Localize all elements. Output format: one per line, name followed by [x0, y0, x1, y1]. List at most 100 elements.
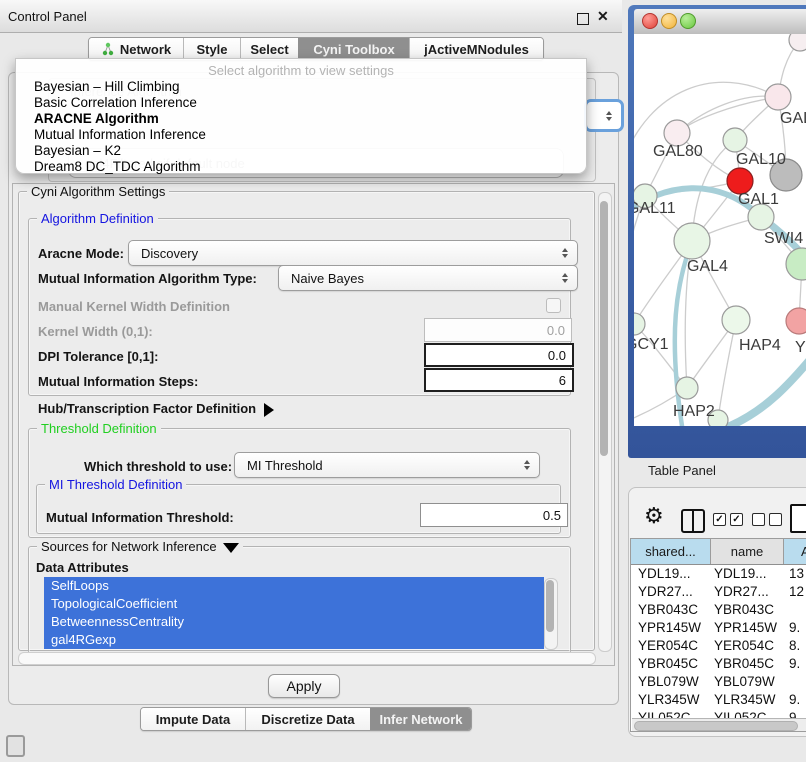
- dropdown-item[interactable]: Bayesian – Hill Climbing: [34, 79, 576, 95]
- table-row[interactable]: YBL079WYBL079W: [631, 673, 806, 691]
- checked-checkbox-icon[interactable]: ✓: [713, 513, 726, 526]
- tab-cyni-toolbox[interactable]: Cyni Toolbox: [298, 38, 409, 60]
- network-node-label: GAL80: [653, 143, 703, 160]
- dropdown-prompt: Select algorithm to view settings: [16, 63, 586, 78]
- dpi-tolerance-field[interactable]: 0.0: [424, 343, 574, 367]
- unchecked-checkbox-icon[interactable]: [769, 513, 782, 526]
- network-node[interactable]: [722, 306, 750, 334]
- mi-type-combo[interactable]: Naive Bayes: [278, 265, 578, 291]
- tab-label: Network: [120, 42, 171, 57]
- threshold-definition-title: Threshold Definition: [37, 421, 161, 436]
- dropdown-item[interactable]: Dream8 DC_TDC Algorithm: [34, 159, 576, 175]
- table-panel-title: Table Panel: [648, 463, 716, 478]
- document-icon[interactable]: [790, 504, 806, 533]
- table-row[interactable]: YER054CYER054C8.: [631, 637, 806, 655]
- kernel-width-label: Kernel Width (0,1):: [38, 324, 153, 339]
- network-edge[interactable]: [718, 320, 736, 420]
- table-cell: YBL079W: [631, 673, 711, 691]
- control-panel-titlebar: Control Panel ✕: [0, 0, 622, 33]
- table-cell: YLR345W: [711, 691, 784, 709]
- table-horizontal-scrollbar[interactable]: [632, 718, 806, 731]
- minimized-panel-icon[interactable]: [6, 735, 25, 757]
- tab-label: Discretize Data: [261, 712, 354, 727]
- kernel-width-field[interactable]: 0.0: [424, 318, 572, 342]
- table-row[interactable]: YBR045CYBR045C9.: [631, 655, 806, 673]
- tab-style[interactable]: Style: [183, 38, 240, 60]
- attribute-list-item[interactable]: SelfLoops: [44, 577, 544, 595]
- sources-group-title[interactable]: Sources for Network Inference: [37, 539, 243, 554]
- attribute-list-item[interactable]: BetweennessCentrality: [44, 613, 544, 631]
- minimize-traffic-icon[interactable]: [661, 13, 677, 29]
- dropdown-item[interactable]: Bayesian – K2: [34, 143, 576, 159]
- zoom-traffic-icon[interactable]: [680, 13, 696, 29]
- bottom-tab-impute-data[interactable]: Impute Data: [141, 708, 245, 730]
- network-node-label: GAL10: [736, 151, 786, 168]
- table-column-header[interactable]: A: [784, 539, 806, 564]
- hub-definition-disclosure[interactable]: Hub/Transcription Factor Definition: [38, 401, 274, 417]
- dropdown-item[interactable]: Mutual Information Inference: [34, 127, 576, 143]
- bottom-tab-infer-network[interactable]: Infer Network: [370, 708, 471, 730]
- node-table: shared...nameA YDL19...YDL19...13YDR27..…: [630, 538, 806, 732]
- network-node-label: HAP2: [673, 403, 715, 420]
- sources-title-text: Sources for Network Inference: [41, 539, 217, 554]
- table-column-header[interactable]: name: [711, 539, 784, 564]
- table-row[interactable]: YDL19...YDL19...13: [631, 565, 806, 583]
- dropdown-item[interactable]: Basic Correlation Inference: [34, 95, 576, 111]
- network-node[interactable]: [674, 223, 710, 259]
- network-node[interactable]: [789, 34, 806, 51]
- algorithm-combo-focused-stub[interactable]: [584, 99, 624, 132]
- tab-select[interactable]: Select: [240, 38, 298, 60]
- tab-jactivemnodules[interactable]: jActiveMNodules: [409, 38, 543, 60]
- aracne-mode-combo[interactable]: Discovery: [128, 240, 578, 266]
- bottom-tab-discretize-data[interactable]: Discretize Data: [245, 708, 370, 730]
- table-cell: YBL079W: [711, 673, 784, 691]
- apply-button[interactable]: Apply: [268, 674, 340, 698]
- mi-steps-field[interactable]: 6: [424, 368, 574, 392]
- gear-icon[interactable]: ⚙: [644, 503, 664, 529]
- attribute-list-item[interactable]: TopologicalCoefficient: [44, 595, 544, 613]
- tab-network[interactable]: Network: [89, 38, 183, 60]
- tab-label: Cyni Toolbox: [313, 42, 394, 57]
- table-cell: YBR045C: [711, 655, 784, 673]
- network-edge[interactable]: [677, 96, 778, 133]
- close-traffic-icon[interactable]: [642, 13, 658, 29]
- attribute-list-item[interactable]: gal4RGexp: [44, 631, 544, 649]
- table-row[interactable]: YPR145WYPR145W9.: [631, 619, 806, 637]
- network-canvas[interactable]: GALGAL80GAL10GAL1GAL11SWI4GAL4GCY1HAP4YH…: [634, 34, 806, 426]
- network-window-titlebar[interactable]: [634, 9, 806, 35]
- network-edge[interactable]: [634, 324, 687, 388]
- network-node[interactable]: [786, 248, 806, 280]
- tab-label: Impute Data: [156, 712, 230, 727]
- table-row[interactable]: YLR345WYLR345W9.: [631, 691, 806, 709]
- float-window-icon[interactable]: [577, 13, 589, 25]
- table-row[interactable]: YBR043CYBR043C: [631, 601, 806, 619]
- unchecked-checkbox-icon[interactable]: [752, 513, 765, 526]
- table-cell: YBR045C: [631, 655, 711, 673]
- dropdown-item[interactable]: ARACNE Algorithm: [34, 111, 576, 127]
- mi-type-value: Naive Bayes: [291, 271, 364, 286]
- cyni-algorithm-settings-title: Cyni Algorithm Settings: [27, 184, 169, 199]
- table-row[interactable]: YDR27...YDR27...12: [631, 583, 806, 601]
- table-cell: YBR043C: [711, 601, 784, 619]
- mi-threshold-field[interactable]: 0.5: [420, 503, 568, 527]
- column-view-icon[interactable]: [681, 509, 705, 533]
- settings-horizontal-scrollbar[interactable]: [18, 652, 596, 665]
- network-node[interactable]: [723, 128, 747, 152]
- table-column-header[interactable]: shared...: [631, 539, 711, 564]
- network-node[interactable]: [634, 313, 645, 335]
- table-cell: 9.: [784, 655, 806, 673]
- manual-kernel-checkbox[interactable]: [546, 298, 561, 313]
- attributes-list-scrollbar[interactable]: [544, 578, 558, 650]
- checked-checkbox-icon[interactable]: ✓: [730, 513, 743, 526]
- network-node[interactable]: [786, 308, 806, 334]
- network-node[interactable]: [676, 377, 698, 399]
- network-edge[interactable]: [730, 350, 806, 426]
- network-node[interactable]: [765, 84, 791, 110]
- disclosure-down-icon: [223, 543, 239, 553]
- which-threshold-combo[interactable]: MI Threshold: [234, 452, 540, 478]
- close-icon[interactable]: ✕: [597, 8, 609, 25]
- tab-label: Select: [250, 42, 288, 57]
- network-edge[interactable]: [677, 97, 778, 133]
- disclosure-right-icon: [264, 403, 274, 417]
- settings-vertical-scrollbar[interactable]: [598, 192, 612, 652]
